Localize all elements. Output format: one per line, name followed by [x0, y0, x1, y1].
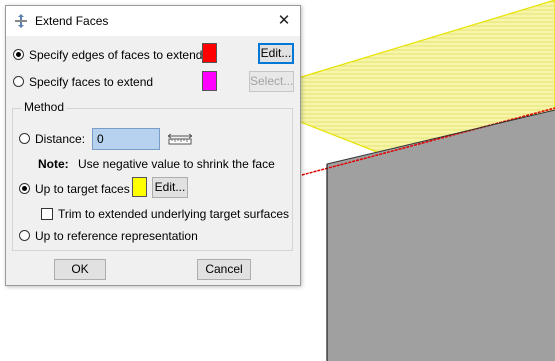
target-faces-radio[interactable]	[19, 183, 30, 194]
ok-button[interactable]: OK	[54, 259, 106, 280]
edges-color-swatch	[202, 43, 217, 63]
specify-faces-radio[interactable]	[13, 76, 24, 87]
target-faces-label[interactable]: Up to target faces	[35, 182, 130, 196]
faces-color-swatch	[202, 71, 217, 91]
extend-faces-icon	[15, 14, 27, 28]
solid-side-face[interactable]	[327, 110, 555, 361]
distance-radio[interactable]	[19, 133, 30, 144]
cancel-button[interactable]: Cancel	[197, 259, 251, 280]
specify-edges-label[interactable]: Specify edges of faces to extend	[29, 48, 202, 62]
reference-radio[interactable]	[19, 230, 30, 241]
distance-label[interactable]: Distance:	[35, 132, 85, 146]
faces-select-button[interactable]: Select...	[249, 71, 294, 92]
dialog-titlebar[interactable]: Extend Faces ✕	[6, 6, 300, 36]
close-button[interactable]: ✕	[276, 12, 292, 30]
note-label: Note:	[38, 157, 69, 171]
trim-checkbox[interactable]	[41, 208, 53, 220]
reference-label[interactable]: Up to reference representation	[35, 229, 198, 243]
specify-faces-label[interactable]: Specify faces to extend	[29, 75, 153, 89]
measure-distance-icon[interactable]	[167, 133, 193, 145]
edges-edit-button[interactable]: Edit...	[258, 43, 294, 64]
target-edit-button[interactable]: Edit...	[152, 177, 188, 198]
trim-label[interactable]: Trim to extended underlying target surfa…	[58, 207, 289, 221]
extend-faces-dialog: Extend Faces ✕ Specify edges of faces to…	[5, 5, 301, 286]
dialog-title: Extend Faces	[35, 14, 109, 28]
specify-edges-radio[interactable]	[13, 49, 24, 60]
distance-input[interactable]: 0	[92, 128, 160, 150]
method-group-title: Method	[22, 100, 67, 114]
target-color-swatch	[132, 177, 147, 197]
note-text: Use negative value to shrink the face	[78, 157, 275, 171]
